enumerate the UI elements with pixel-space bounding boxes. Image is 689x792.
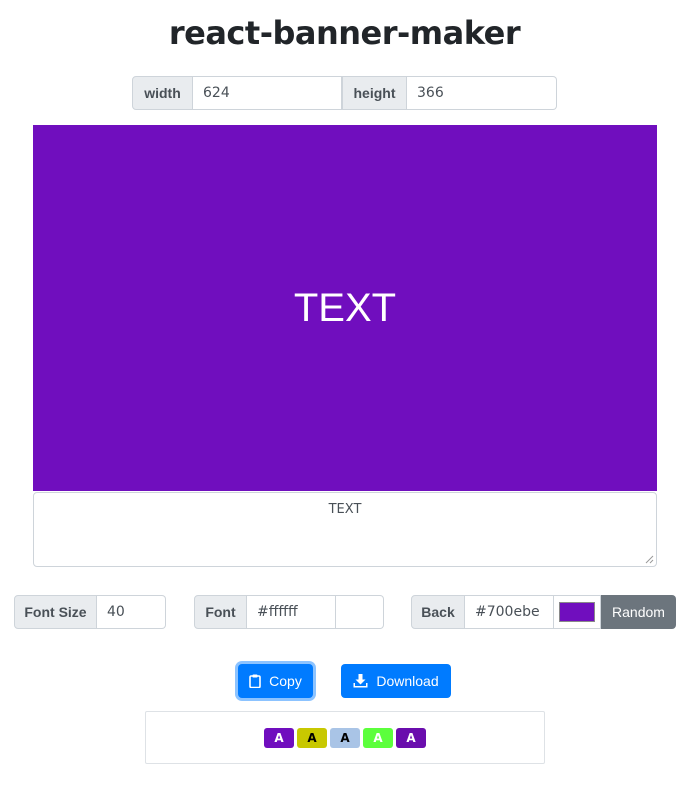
banner-text-input-value: TEXT — [328, 502, 362, 517]
width-group: width 624 — [132, 76, 342, 110]
preset-swatch[interactable]: A — [363, 727, 393, 748]
download-icon — [353, 674, 368, 688]
height-label: height — [342, 76, 407, 110]
clipboard-icon — [249, 674, 261, 688]
preset-swatch[interactable]: A — [330, 727, 360, 748]
random-button[interactable]: Random — [601, 595, 676, 629]
banner-preview: TEXT — [33, 125, 657, 491]
download-label: Download — [376, 673, 439, 689]
font-size-input[interactable]: 40 — [97, 595, 166, 629]
height-group: height 366 — [342, 76, 557, 110]
font-color-picker[interactable] — [336, 595, 384, 629]
back-color-swatch — [559, 602, 595, 622]
font-color-swatch — [341, 602, 378, 622]
banner-text-input[interactable]: TEXT — [33, 492, 657, 567]
back-color-input[interactable]: #700ebe — [465, 595, 554, 629]
back-color-group: Back #700ebe Random — [411, 595, 676, 629]
height-input[interactable]: 366 — [407, 76, 557, 110]
preset-swatch[interactable]: A — [396, 727, 426, 748]
back-label: Back — [411, 595, 465, 629]
font-color-group: Font #ffffff — [194, 595, 384, 629]
back-color-picker[interactable] — [554, 595, 601, 629]
font-color-input[interactable]: #ffffff — [247, 595, 336, 629]
download-button[interactable]: Download — [341, 664, 451, 698]
width-label: width — [132, 76, 193, 110]
preset-palette: AAAAA — [145, 711, 545, 764]
preset-swatch[interactable]: A — [264, 727, 294, 748]
font-label: Font — [194, 595, 247, 629]
font-size-group: Font Size 40 — [14, 595, 166, 629]
resize-grip-icon[interactable] — [645, 555, 654, 564]
banner-text: TEXT — [293, 285, 397, 330]
font-size-label: Font Size — [14, 595, 97, 629]
app-title: react-banner-maker — [168, 14, 521, 52]
width-input[interactable]: 624 — [193, 76, 342, 110]
copy-button[interactable]: Copy — [238, 664, 313, 698]
copy-label: Copy — [269, 673, 302, 689]
preset-swatch[interactable]: A — [297, 727, 327, 748]
